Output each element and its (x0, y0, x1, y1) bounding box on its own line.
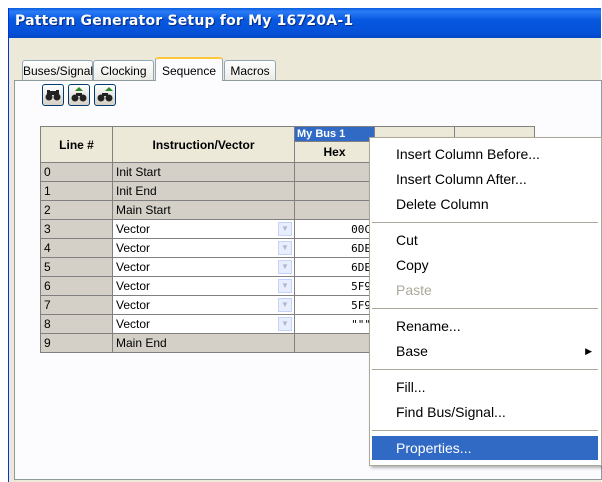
dropdown-arrow-icon[interactable]: ▼ (278, 279, 292, 293)
tab-buses-signals[interactable]: Buses/Signals (22, 60, 99, 80)
line-number-cell[interactable]: 2 (40, 200, 113, 220)
instruction-label: Vector (116, 222, 151, 236)
find-previous-button[interactable] (68, 84, 90, 106)
menu-item-label: Rename... (396, 318, 461, 334)
submenu-arrow-icon: ▶ (585, 346, 592, 356)
menu-item-label: Fill... (396, 379, 426, 395)
instruction-label: Vector (116, 279, 151, 293)
menu-item-insert-column-before[interactable]: Insert Column Before... (372, 142, 598, 166)
instruction-cell[interactable]: Init End (112, 181, 295, 201)
instruction-label: Vector (116, 241, 151, 255)
menu-item-label: Insert Column Before... (396, 146, 540, 162)
line-number-cell[interactable]: 9 (40, 333, 113, 353)
line-number-cell[interactable]: 0 (40, 162, 113, 182)
bus-value-cell[interactable] (294, 162, 375, 182)
find-button[interactable] (42, 84, 64, 106)
menu-item-rename[interactable]: Rename... (372, 314, 598, 338)
menu-item-label: Insert Column After... (396, 171, 527, 187)
bus-value-cell[interactable] (294, 333, 375, 353)
menu-separator (372, 308, 598, 309)
instruction-cell[interactable]: Main Start (112, 200, 295, 220)
bus-value-cell[interactable]: 5F9 (294, 276, 375, 296)
menu-item-properties[interactable]: Properties... (372, 436, 598, 460)
instruction-label: Main End (116, 336, 167, 350)
dropdown-arrow-icon[interactable]: ▼ (278, 317, 292, 331)
instruction-cell[interactable]: Main End (112, 333, 295, 353)
find-next-button[interactable] (94, 84, 116, 106)
dropdown-arrow-icon[interactable]: ▼ (278, 298, 292, 312)
menu-separator (372, 222, 598, 223)
bus-value-cell[interactable]: 5F9 (294, 295, 375, 315)
instruction-label: Init End (116, 184, 157, 198)
menu-item-delete-column[interactable]: Delete Column (372, 192, 598, 216)
line-number-cell[interactable]: 1 (40, 181, 113, 201)
menu-item-label: Base (396, 343, 428, 359)
menu-item-find-bus-signal[interactable]: Find Bus/Signal... (372, 400, 598, 424)
menu-item-label: Properties... (396, 440, 472, 456)
instruction-cell[interactable]: Vector ▼ (112, 238, 295, 258)
bus-value-cell[interactable]: """ (294, 314, 375, 334)
find-next-icon (97, 87, 113, 102)
line-number-cell[interactable]: 8 (40, 314, 113, 334)
line-number-cell[interactable]: 5 (40, 257, 113, 277)
window-title: Pattern Generator Setup for My 16720A-1 (15, 13, 354, 29)
column-header-instruction[interactable]: Instruction/Vector (112, 126, 295, 163)
menu-item-paste: Paste (372, 278, 598, 302)
title-bar[interactable]: Pattern Generator Setup for My 16720A-1 (9, 8, 601, 38)
column-header-line[interactable]: Line # (40, 126, 113, 163)
menu-item-base[interactable]: Base ▶ (372, 339, 598, 363)
menu-item-label: Paste (396, 282, 432, 298)
menu-item-cut[interactable]: Cut (372, 228, 598, 252)
menu-item-insert-column-after[interactable]: Insert Column After... (372, 167, 598, 191)
menu-item-fill[interactable]: Fill... (372, 375, 598, 399)
instruction-label: Main Start (116, 203, 171, 217)
menu-item-label: Cut (396, 232, 418, 248)
instruction-cell[interactable]: Init Start (112, 162, 295, 182)
menu-separator (372, 430, 598, 431)
instruction-label: Vector (116, 298, 151, 312)
instruction-cell[interactable]: Vector ▼ (112, 276, 295, 296)
menu-item-copy[interactable]: Copy (372, 253, 598, 277)
tab-clocking[interactable]: Clocking (93, 60, 154, 80)
instruction-label: Vector (116, 317, 151, 331)
column-header-bus-name[interactable]: My Bus 1 (294, 126, 375, 142)
bus-value-cell[interactable] (294, 200, 375, 220)
instruction-cell[interactable]: Vector ▼ (112, 314, 295, 334)
find-previous-icon (71, 87, 87, 102)
column-context-menu: Insert Column Before... Insert Column Aft… (369, 137, 602, 466)
bus-value-cell[interactable]: 6DE (294, 257, 375, 277)
instruction-cell[interactable]: Vector ▼ (112, 295, 295, 315)
tab-sequence[interactable]: Sequence (155, 57, 223, 81)
instruction-cell[interactable]: Vector ▼ (112, 257, 295, 277)
menu-item-label: Copy (396, 257, 429, 273)
dropdown-arrow-icon[interactable]: ▼ (278, 260, 292, 274)
dropdown-arrow-icon[interactable]: ▼ (278, 241, 292, 255)
bus-value-cell[interactable]: 00C (294, 219, 375, 239)
column-header-bus-format[interactable]: Hex (294, 141, 375, 163)
menu-item-label: Find Bus/Signal... (396, 404, 506, 420)
dropdown-arrow-icon[interactable]: ▼ (278, 222, 292, 236)
find-icon (45, 90, 61, 101)
instruction-label: Vector (116, 260, 151, 274)
instruction-cell[interactable]: Vector ▼ (112, 219, 295, 239)
bus-value-cell[interactable]: 6DE (294, 238, 375, 258)
line-number-cell[interactable]: 7 (40, 295, 113, 315)
menu-separator (372, 369, 598, 370)
bus-value-cell[interactable] (294, 181, 375, 201)
instruction-label: Init Start (116, 165, 161, 179)
menu-item-label: Delete Column (396, 196, 489, 212)
tab-macros[interactable]: Macros (224, 60, 276, 80)
line-number-cell[interactable]: 6 (40, 276, 113, 296)
line-number-cell[interactable]: 3 (40, 219, 113, 239)
line-number-cell[interactable]: 4 (40, 238, 113, 258)
